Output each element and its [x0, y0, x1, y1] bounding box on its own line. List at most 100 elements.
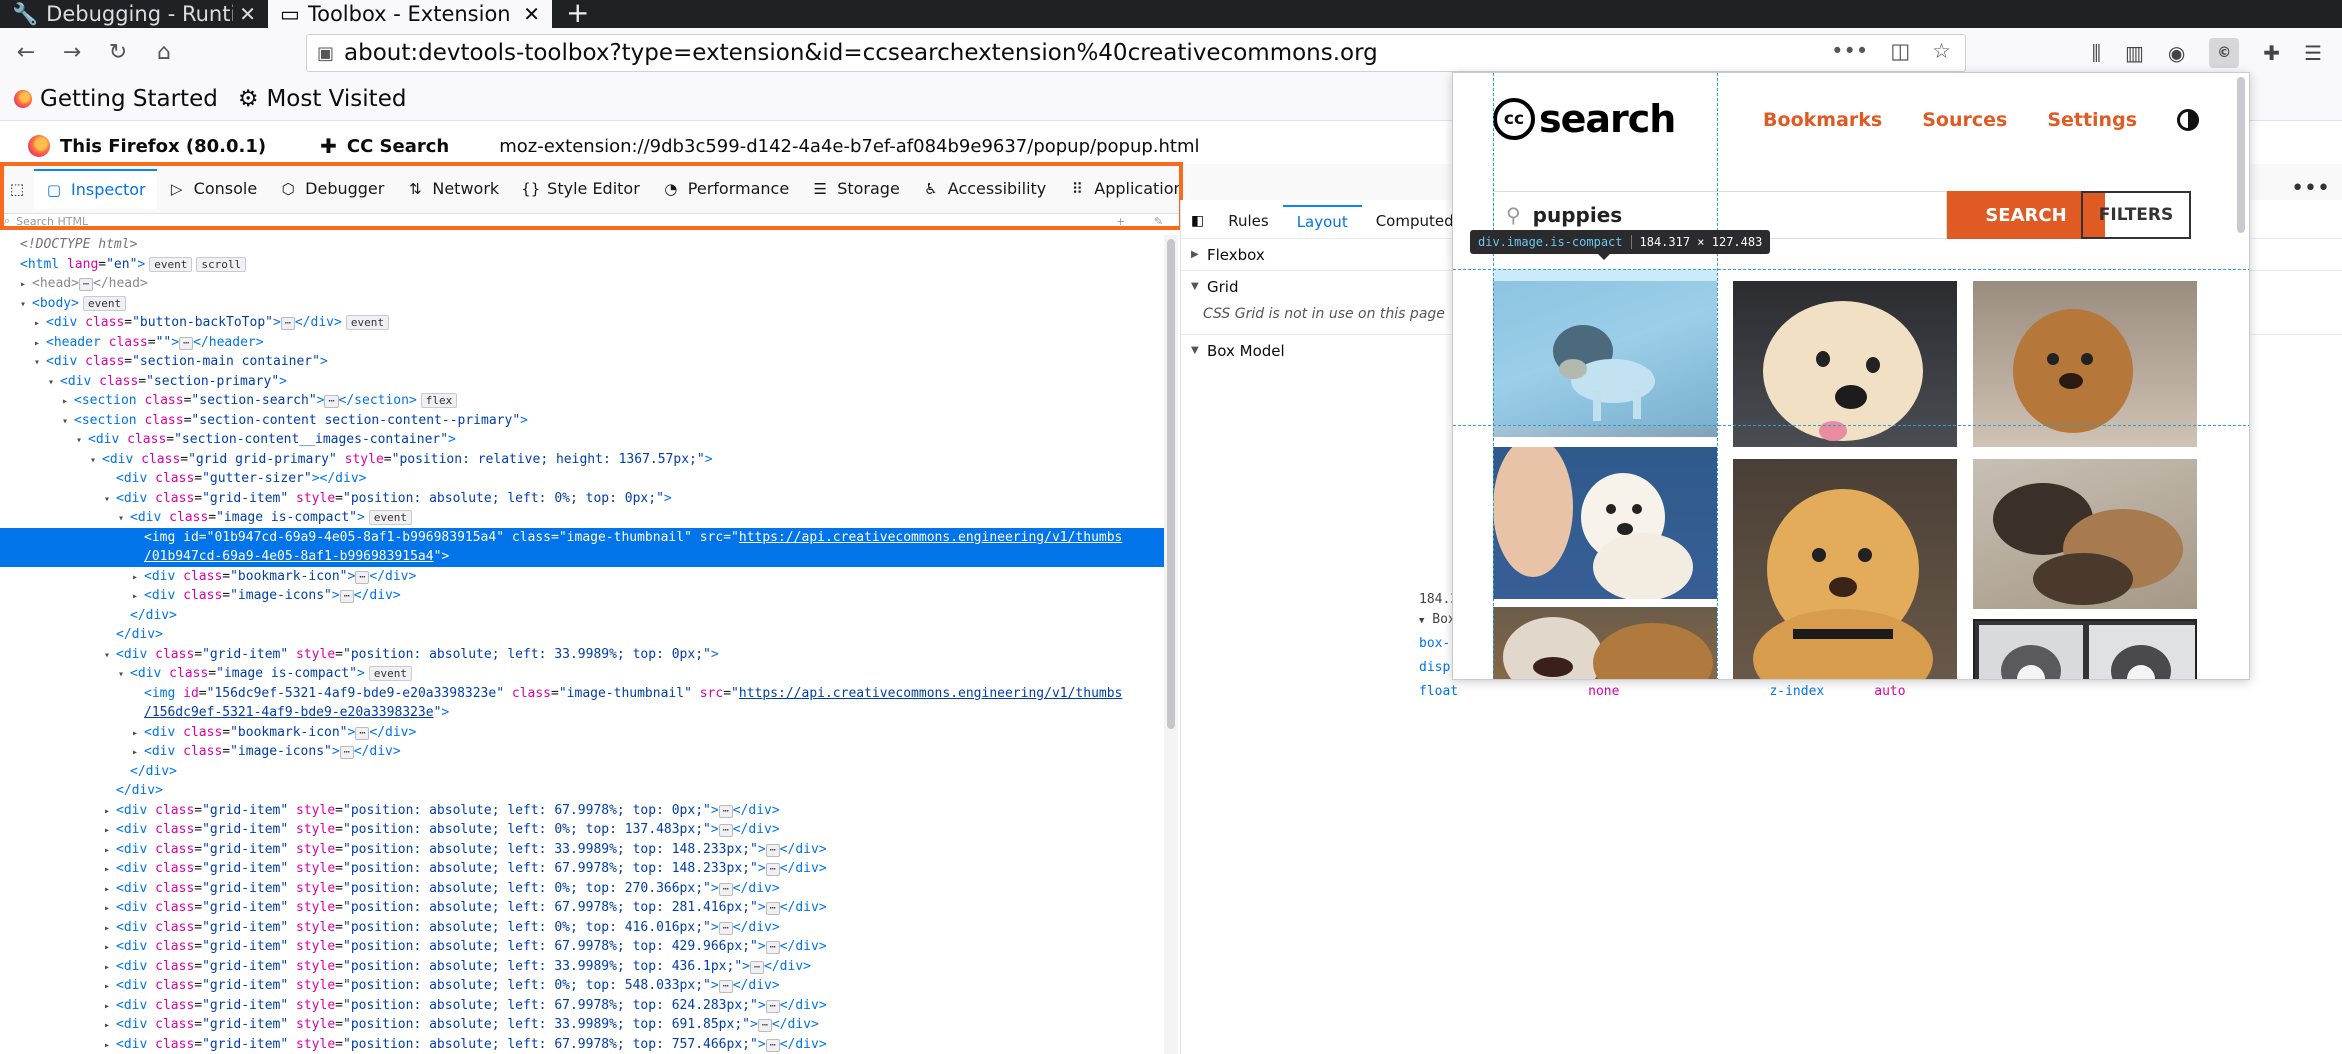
nav-settings[interactable]: Settings: [2047, 109, 2137, 131]
tab-network[interactable]: ⇅ Network: [395, 169, 510, 209]
markup-line[interactable]: ▸ <div class="grid-item" style="position:…: [0, 918, 1178, 938]
tab-storage[interactable]: ☰ Storage: [800, 169, 911, 209]
image-thumbnail[interactable]: [1493, 607, 1717, 679]
tab-performance[interactable]: ◔ Performance: [651, 169, 800, 209]
tab-application[interactable]: ⠿ Application: [1057, 169, 1194, 209]
markup-line[interactable]: ▸ <head> ⋯ </head>: [0, 274, 1178, 294]
puzzle-icon: ✚: [320, 134, 337, 158]
markup-line[interactable]: ▸ <div class="grid-item" style="position:…: [0, 976, 1178, 996]
tab-debugger[interactable]: ⬡ Debugger: [268, 169, 395, 209]
markup-line[interactable]: ▾ <div class="grid grid-primary" style="p…: [0, 450, 1178, 470]
markup-line[interactable]: /156dc9ef-5321-4af9-bde9-e20a3398323e">: [0, 703, 1178, 723]
library-icon[interactable]: ⫼: [2092, 41, 2101, 65]
tab-rules[interactable]: Rules: [1214, 206, 1282, 236]
markup-line[interactable]: <img id="156dc9ef-5321-4af9-bde9-e20a339…: [0, 684, 1178, 704]
extensions-icon[interactable]: ✚: [2263, 41, 2280, 65]
popup-scrollbar[interactable]: [2237, 77, 2245, 233]
markup-line[interactable]: ▾ <div class="grid-item" style="position:…: [0, 645, 1178, 665]
markup-line-selected[interactable]: /01b947cd-69a9-4e05-8af1-b996983915a4">: [0, 547, 1178, 567]
markup-scrollbar[interactable]: [1164, 235, 1178, 1054]
markup-line[interactable]: ▾ <div class="section-primary">: [0, 372, 1178, 392]
add-node-icon[interactable]: +: [1116, 215, 1125, 228]
firefox-icon: [28, 135, 50, 157]
markup-line[interactable]: ▸ <div class="grid-item" style="position:…: [0, 801, 1178, 821]
markup-line[interactable]: ▸ <div class="button-backToTop"> ⋯ </div> ev…: [0, 313, 1178, 333]
markup-line[interactable]: ▸ <section class="section-search"> ⋯ </sect…: [0, 391, 1178, 411]
markup-line[interactable]: ▾ <div class="image is-compact"> event: [0, 664, 1178, 684]
markup-line[interactable]: ▸ <div class="grid-item" style="position:…: [0, 1035, 1178, 1054]
element-picker-button[interactable]: ⬚: [0, 169, 34, 209]
forward-button[interactable]: →: [52, 33, 92, 73]
more-options-icon[interactable]: •••: [2291, 176, 2330, 201]
markup-line[interactable]: ▸ <div class="grid-item" style="position:…: [0, 937, 1178, 957]
markup-line[interactable]: ▾ <body> event: [0, 294, 1178, 314]
markup-line[interactable]: ▸ <div class="grid-item" style="position:…: [0, 879, 1178, 899]
page-actions-icon[interactable]: •••: [1831, 39, 1868, 63]
markup-line[interactable]: ▸ <div class="grid-item" style="position:…: [0, 996, 1178, 1016]
markup-view[interactable]: <!DOCTYPE html> <html lang="en"> event scr…: [0, 235, 1178, 1054]
markup-line[interactable]: </div>: [0, 781, 1178, 801]
image-thumbnail[interactable]: [1493, 447, 1717, 599]
image-thumbnail[interactable]: [1973, 281, 2197, 447]
tab-toolbox-extension[interactable]: ▭ Toolbox - Extension ✕: [268, 0, 552, 28]
markup-line[interactable]: ▾ <div class="image is-compact"> event: [0, 508, 1178, 528]
back-button[interactable]: ←: [6, 33, 46, 73]
filters-button[interactable]: FILTERS: [2081, 191, 2191, 239]
markup-line[interactable]: ▾ <div class="grid-item" style="position:…: [0, 489, 1178, 509]
image-thumbnail[interactable]: [1973, 459, 2197, 609]
eyedropper-icon[interactable]: ✎: [1154, 215, 1163, 228]
markup-line[interactable]: ▸ <div class="image-icons"> ⋯ </div>: [0, 586, 1178, 606]
search-html-input[interactable]: ⌕ Search HTML + ✎: [4, 214, 1174, 228]
image-thumbnail[interactable]: [1733, 281, 1957, 447]
reload-button[interactable]: ↻: [98, 33, 138, 73]
tab-accessibility[interactable]: ♿ Accessibility: [911, 169, 1057, 209]
cc-extension-button[interactable]: ©: [2209, 37, 2240, 68]
markup-line[interactable]: ▸ <div class="grid-item" style="position:…: [0, 898, 1178, 918]
tab-console[interactable]: ▷ Console: [157, 169, 269, 209]
home-button[interactable]: ⌂: [144, 33, 184, 73]
theme-toggle-icon[interactable]: [2177, 109, 2199, 131]
tab-inspector[interactable]: ▢ Inspector: [34, 168, 157, 209]
tab-style-editor[interactable]: {} Style Editor: [510, 169, 651, 209]
bookmark-getting-started[interactable]: Getting Started: [14, 86, 218, 112]
image-thumbnail[interactable]: [1733, 459, 1957, 679]
image-thumbnail[interactable]: [1973, 619, 2197, 679]
markup-line[interactable]: ▸ <div class="grid-item" style="position:…: [0, 957, 1178, 977]
markup-line[interactable]: ▸ <div class="bookmark-icon"> ⋯ </div>: [0, 723, 1178, 743]
markup-line[interactable]: <div class="gutter-sizer"></div>: [0, 469, 1178, 489]
sidebar-layout-toggle-icon[interactable]: ◧: [1181, 213, 1214, 229]
markup-line[interactable]: ▸ <div class="grid-item" style="position:…: [0, 859, 1178, 879]
account-icon[interactable]: ◉: [2168, 41, 2185, 65]
markup-line[interactable]: </div>: [0, 606, 1178, 626]
markup-line[interactable]: ▾ <section class="section-content section…: [0, 411, 1178, 431]
markup-line[interactable]: ▸ <div class="grid-item" style="position:…: [0, 1015, 1178, 1035]
new-tab-button[interactable]: +: [552, 0, 603, 28]
markup-line[interactable]: <html lang="en"> event scroll: [0, 255, 1178, 275]
pocket-icon[interactable]: ◫: [1890, 39, 1910, 63]
url-bar[interactable]: ▣ about:devtools-toolbox?type=extension&…: [306, 34, 1966, 72]
close-icon[interactable]: ✕: [239, 2, 256, 26]
markup-line-selected[interactable]: <img id="01b947cd-69a9-4e05-8af1-b996983…: [0, 527, 1178, 547]
markup-line[interactable]: ▸ <div class="image-icons"> ⋯ </div>: [0, 742, 1178, 762]
tab-layout[interactable]: Layout: [1282, 205, 1362, 237]
wrench-icon: 🔧: [12, 1, 39, 26]
bookmark-most-visited[interactable]: ⚙ Most Visited: [238, 86, 407, 112]
tab-debugging-runtime[interactable]: 🔧 Debugging - Runtime ✕: [0, 0, 268, 28]
markup-line[interactable]: ▾ <div class="section-content__images-con…: [0, 430, 1178, 450]
markup-line[interactable]: ▸ <div class="bookmark-icon"> ⋯ </div>: [0, 567, 1178, 587]
scrollbar-thumb[interactable]: [1167, 239, 1175, 729]
sidebar-icon[interactable]: ▥: [2125, 41, 2144, 65]
nav-bookmarks[interactable]: Bookmarks: [1763, 109, 1882, 131]
markup-line[interactable]: </div>: [0, 625, 1178, 645]
star-icon[interactable]: ☆: [1932, 39, 1951, 63]
menu-icon[interactable]: ☰: [2304, 41, 2322, 65]
markup-line[interactable]: </div>: [0, 762, 1178, 782]
markup-line[interactable]: ▸ <div class="grid-item" style="position:…: [0, 840, 1178, 860]
markup-line[interactable]: ▸ <header class=""> ⋯ </header>: [0, 333, 1178, 353]
nav-sources[interactable]: Sources: [1922, 109, 2007, 131]
close-icon[interactable]: ✕: [523, 2, 540, 26]
markup-line[interactable]: ▾ <div class="section-main container">: [0, 352, 1178, 372]
markup-line[interactable]: <!DOCTYPE html>: [0, 235, 1178, 255]
markup-line[interactable]: ▸ <div class="grid-item" style="position:…: [0, 820, 1178, 840]
url-text[interactable]: about:devtools-toolbox?type=extension&id…: [344, 40, 1378, 66]
